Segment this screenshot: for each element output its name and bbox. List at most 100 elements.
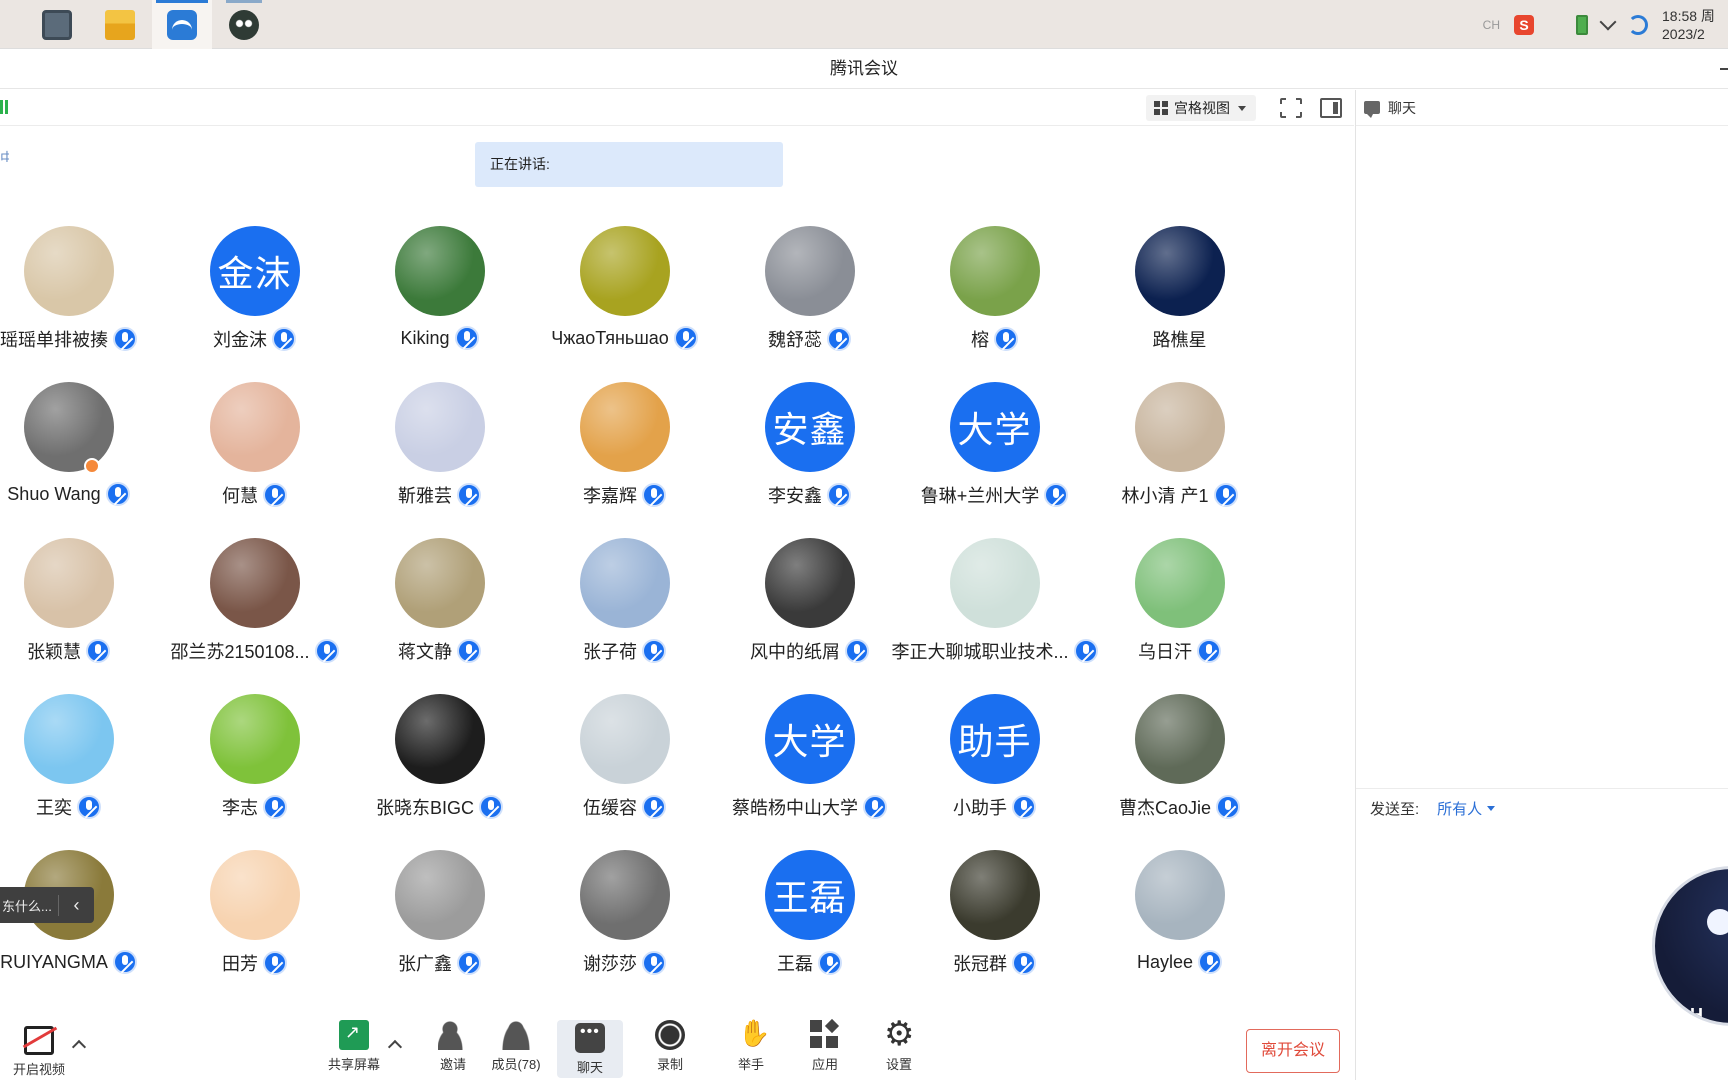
side-drawer-tab[interactable]: 东什么... ‹ — [0, 887, 94, 923]
mic-muted-icon — [994, 327, 1018, 351]
participant-tile[interactable]: RUIYANGMA — [0, 850, 161, 1000]
toggle-sidebar-icon[interactable] — [1320, 98, 1342, 118]
participant-tile[interactable]: 李嘉辉 — [532, 382, 717, 532]
apps-button[interactable]: 应用 — [796, 1020, 854, 1078]
send-to-label: 发送至: — [1370, 801, 1420, 818]
participant-tile[interactable]: 曹杰CaoJie — [1087, 694, 1272, 844]
left-edge-indicator: 中 — [0, 150, 9, 162]
participant-tile[interactable]: 大学 蔡皓杨中山大学 — [717, 694, 902, 844]
participant-tile[interactable]: 王磊 王磊 — [717, 850, 902, 1000]
participant-tile[interactable]: 谢莎莎 — [532, 850, 717, 1000]
participant-tile[interactable]: 何慧 — [162, 382, 347, 532]
clock-date: 2023/2 — [1662, 25, 1705, 42]
participant-name: 王磊 — [777, 954, 813, 974]
participant-name-row: Shuo Wang — [0, 482, 161, 506]
participant-tile[interactable]: 李志 — [162, 694, 347, 844]
caret-down-icon — [1487, 806, 1496, 811]
participant-tile[interactable]: ЧжаоТяньшао — [532, 226, 717, 376]
participant-tile[interactable]: 邵兰苏2150108... — [162, 538, 347, 688]
sync-icon[interactable] — [1628, 14, 1648, 35]
settings-button[interactable]: 设置 — [870, 1014, 928, 1078]
participant-tile[interactable]: 乌日汗 — [1087, 538, 1272, 688]
taskbar-tencent-meeting[interactable] — [152, 0, 212, 49]
participant-name: 林小清 产1 — [1121, 486, 1209, 506]
meeting-toolbar: 宫格视图 — [0, 90, 1354, 126]
participant-name-row: 路樵星 — [1087, 326, 1272, 352]
mic-muted-icon — [818, 951, 842, 975]
participant-tile[interactable]: 瑶瑶单排被揍 — [0, 226, 161, 376]
participant-tile[interactable]: 助手 小助手 — [902, 694, 1087, 844]
clock[interactable]: 18:58 周 2023/2 — [1662, 7, 1720, 43]
ime-indicator[interactable]: CH — [1483, 18, 1500, 32]
minimize-icon[interactable] — [1720, 68, 1728, 70]
participant-tile[interactable]: 李正大聊城职业技术... — [892, 538, 1098, 688]
participant-name: 王奕 — [36, 798, 72, 818]
video-off-button[interactable]: 开启视频 — [10, 1020, 68, 1078]
apps-label: 应用 — [811, 1057, 838, 1072]
fullscreen-icon[interactable] — [1279, 97, 1303, 119]
chevron-down-icon[interactable] — [1599, 13, 1617, 30]
participant-tile[interactable]: Kiking — [347, 226, 532, 376]
participant-avatar — [394, 850, 485, 940]
participant-tile[interactable]: 田芳 — [162, 850, 347, 1000]
participant-tile[interactable]: Haylee — [1087, 850, 1272, 1000]
video-off-icon — [24, 1026, 54, 1055]
signal-strength-icon[interactable] — [0, 100, 8, 114]
share-screen-button[interactable]: 共享屏幕 — [325, 1020, 383, 1078]
participant-tile[interactable]: 安鑫 李安鑫 — [717, 382, 902, 532]
battery-icon[interactable] — [1576, 14, 1588, 35]
participant-tile[interactable]: Shuo Wang — [0, 382, 161, 532]
mic-muted-icon — [263, 795, 287, 819]
mic-muted-icon — [1198, 950, 1223, 974]
participant-tile[interactable]: 王奕 — [0, 694, 161, 844]
raise-hand-button[interactable]: 举手 — [722, 1018, 780, 1078]
participant-avatar — [23, 694, 114, 784]
participant-avatar — [764, 226, 855, 316]
participant-tile[interactable]: 张子荷 — [532, 538, 717, 688]
send-to-dropdown[interactable]: 所有人 — [1437, 798, 1496, 819]
mic-muted-icon — [827, 483, 851, 507]
floating-avatar-badge: CH — [1677, 1005, 1703, 1025]
participant-tile[interactable]: 魏舒蕊 — [717, 226, 902, 376]
participant-tile[interactable]: 靳雅芸 — [347, 382, 532, 532]
participant-tile[interactable]: 路樵星 — [1087, 226, 1272, 376]
participant-tile[interactable]: 张广鑫 — [347, 850, 532, 1000]
participant-name-row: 张颖慧 — [0, 638, 161, 664]
sogou-ime-icon[interactable]: S — [1514, 14, 1534, 35]
leave-meeting-button[interactable]: 离开会议 — [1246, 1029, 1340, 1073]
taskbar-owl-app[interactable] — [214, 0, 274, 49]
members-button[interactable]: 成员(78) — [487, 1020, 545, 1078]
clock-time: 18:58 周 — [1662, 7, 1715, 24]
mic-muted-icon — [457, 639, 481, 663]
participant-avatar — [764, 538, 855, 628]
mic-muted-icon — [1012, 951, 1036, 975]
participant-tile[interactable]: 林小清 产1 — [1087, 382, 1272, 532]
raise-hand-label: 举手 — [737, 1057, 764, 1072]
participant-avatar: 王磊 — [764, 850, 855, 940]
participant-name-row: 小助手 — [902, 794, 1087, 820]
participant-name-row: 李正大聊城职业技术... — [892, 638, 1098, 664]
participant-tile[interactable]: 金沫 刘金沫 — [162, 226, 347, 376]
chat-button[interactable]: 聊天 — [557, 1020, 623, 1078]
host-badge-icon — [84, 458, 100, 474]
participant-avatar: 大学 — [949, 382, 1040, 472]
invite-button[interactable]: 邀请 — [424, 1020, 482, 1078]
view-mode-dropdown[interactable]: 宫格视图 — [1146, 95, 1256, 121]
mic-muted-icon — [457, 483, 481, 507]
participant-tile[interactable]: 伍缓容 — [532, 694, 717, 844]
chevron-left-icon[interactable]: ‹ — [58, 894, 94, 916]
participant-tile[interactable]: 大学 鲁琳+兰州大学 — [902, 382, 1087, 532]
participant-tile[interactable]: 张晓东BIGC — [347, 694, 532, 844]
participant-tile[interactable]: 张冠群 — [902, 850, 1087, 1000]
participant-name: 张子荷 — [583, 642, 637, 662]
participant-avatar — [394, 226, 485, 316]
participant-tile[interactable]: 风中的纸屑 — [717, 538, 902, 688]
participant-tile[interactable]: 榕 — [902, 226, 1087, 376]
taskbar-calculator[interactable] — [27, 0, 87, 49]
participant-avatar — [1134, 694, 1225, 784]
participant-tile[interactable]: 蒋文静 — [347, 538, 532, 688]
record-button[interactable]: 录制 — [641, 1020, 699, 1078]
participant-tile[interactable]: 张颖慧 — [0, 538, 161, 688]
chat-title: 聊天 — [1388, 99, 1416, 116]
taskbar-file-explorer[interactable] — [90, 0, 150, 49]
